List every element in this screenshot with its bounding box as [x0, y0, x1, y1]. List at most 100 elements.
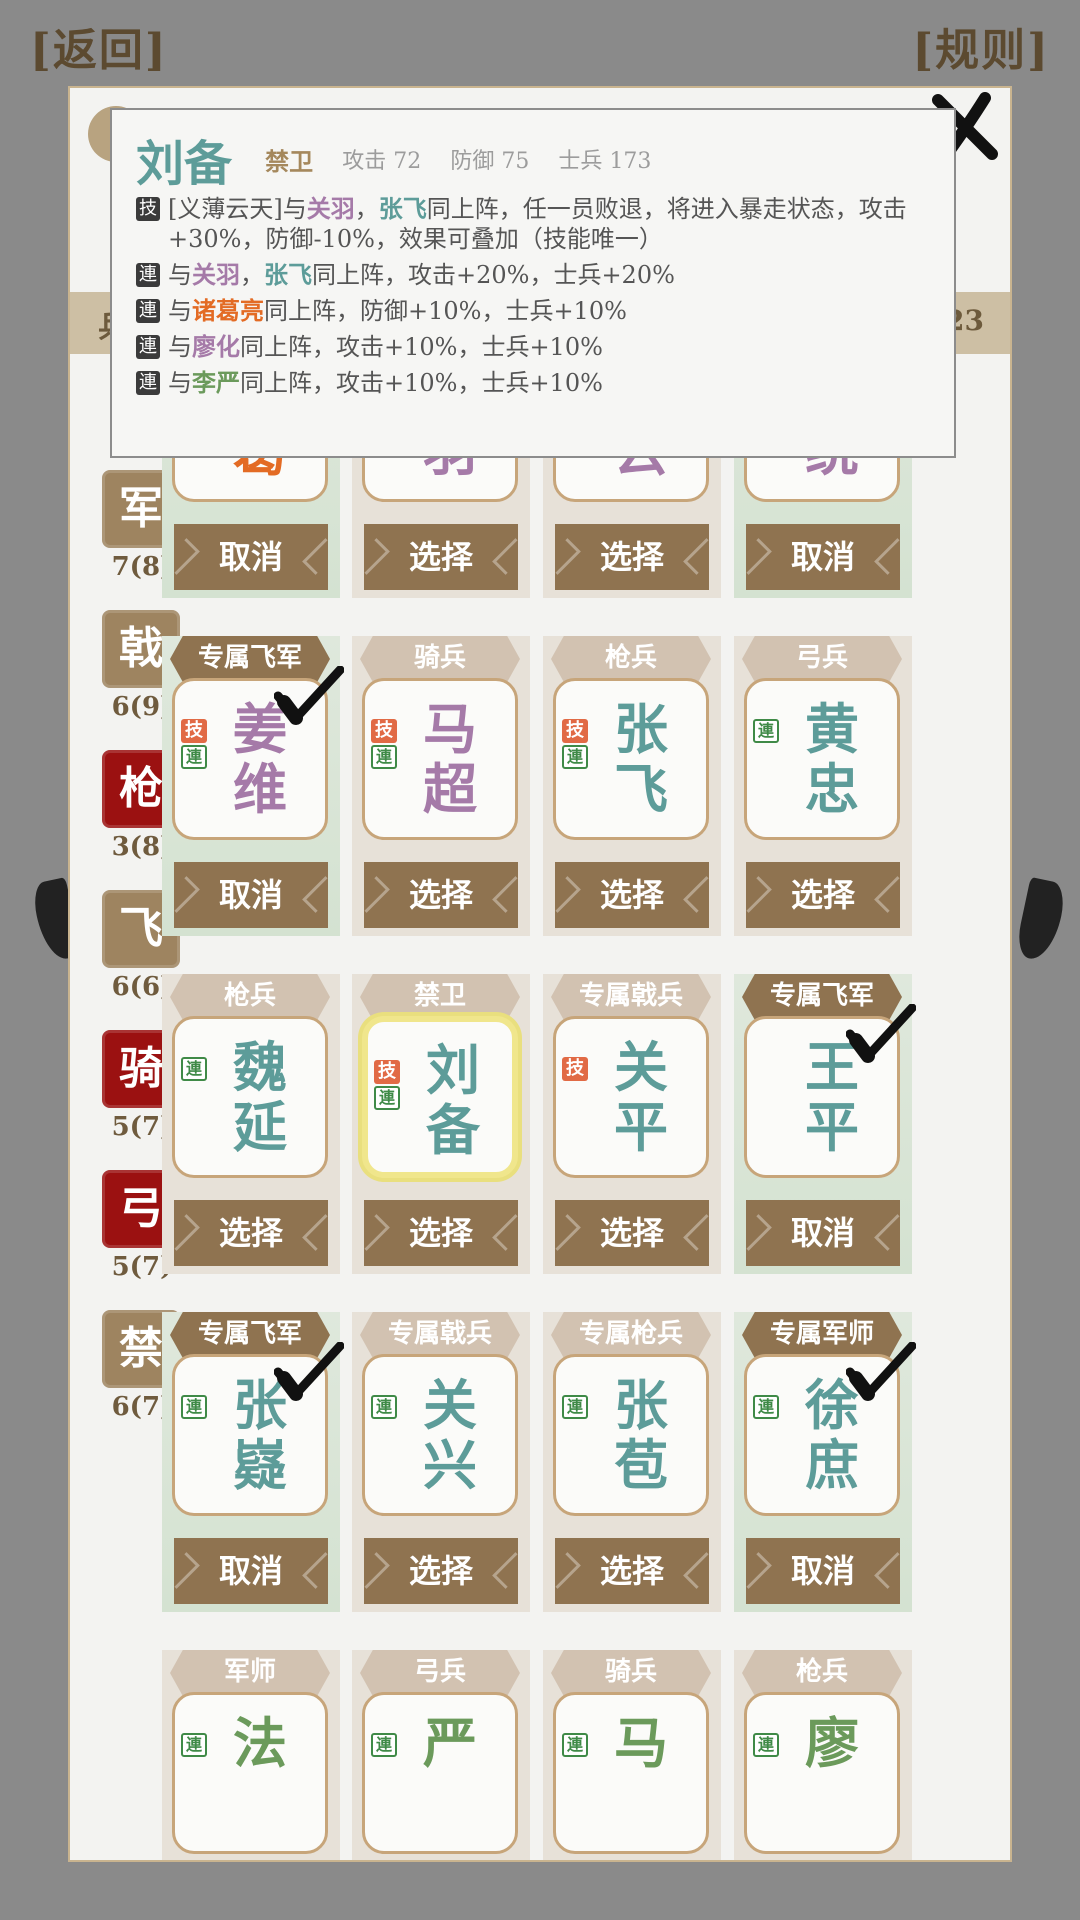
hero-badges: 連	[371, 1733, 399, 1759]
select-button[interactable]: 选择	[555, 1200, 709, 1266]
checkmark-icon	[273, 665, 345, 726]
hero-card[interactable]: 专属飞军王平取消	[734, 974, 917, 1274]
hero-type-tag: 枪兵	[170, 974, 330, 1020]
hero-type-tag: 弓兵	[360, 1650, 520, 1696]
skill-badge: 技	[181, 719, 207, 743]
hero-card[interactable]: 骑兵马超技連选择	[352, 636, 530, 936]
hero-type-tag: 专属戟兵	[551, 974, 711, 1020]
hero-badges: 連	[181, 1733, 209, 1759]
hero-card[interactable]: 枪兵魏延 連选择	[162, 974, 340, 1274]
hero-card[interactable]: 专属戟兵关平 技选择	[543, 974, 721, 1274]
hero-badges: 連	[371, 1395, 399, 1421]
cancel-button[interactable]: 取消	[174, 524, 328, 590]
cancel-button[interactable]: 取消	[174, 1538, 328, 1604]
link-icon: 連	[136, 263, 160, 287]
hero-card[interactable]: 枪兵张飞技連选择	[543, 636, 721, 936]
popup-skill-line: 連与廖化同上阵，攻击+10%，士兵+10%	[136, 332, 930, 362]
hero-portrait[interactable]: 张苞 連	[553, 1354, 709, 1516]
hero-portrait[interactable]: 关兴 連	[362, 1354, 518, 1516]
hero-badges: 連	[181, 1057, 209, 1083]
hero-card[interactable]: 弓兵黄忠 連选择	[734, 636, 912, 936]
hero-type-tag: 禁卫	[360, 974, 520, 1020]
hero-card[interactable]: 枪兵廖連	[734, 1650, 912, 1860]
select-button[interactable]: 选择	[364, 1538, 518, 1604]
hero-portrait[interactable]: 廖連	[744, 1692, 900, 1854]
hero-type-tag: 骑兵	[360, 636, 520, 682]
popup-skill-line: 技 [义薄云天]与关羽，张飞同上阵，任一员败退，将进入暴走状态，攻击+30%，防御…	[136, 194, 930, 254]
hero-card[interactable]: 军师法連	[162, 1650, 340, 1860]
ink-decoration-right	[1014, 876, 1068, 964]
hero-badges: 連	[181, 1395, 209, 1421]
hero-card[interactable]: 骑兵马連	[543, 1650, 721, 1860]
rules-button[interactable]: [规则]	[912, 14, 1050, 78]
hero-type-tag: 骑兵	[551, 1650, 711, 1696]
link-badge: 連	[562, 1733, 588, 1757]
hero-badges: 連	[562, 1733, 590, 1759]
cancel-button[interactable]: 取消	[746, 524, 900, 590]
select-button[interactable]: 选择	[746, 862, 900, 928]
hero-type-tag: 枪兵	[551, 636, 711, 682]
hero-name: 张苞	[614, 1373, 668, 1497]
popup-skill-line: 連与关羽，张飞同上阵，攻击+20%，士兵+20%	[136, 260, 930, 290]
hero-portrait[interactable]: 张飞技連	[553, 678, 709, 840]
hero-name: 严	[423, 1711, 477, 1775]
select-button[interactable]: 选择	[555, 862, 709, 928]
link-icon: 連	[136, 335, 160, 359]
checkmark-icon	[845, 1003, 917, 1064]
hero-name: 马超	[423, 697, 477, 821]
hero-name: 黄忠	[805, 697, 859, 821]
skill-badge: 技	[562, 719, 588, 743]
hero-card[interactable]: 弓兵严連	[352, 1650, 530, 1860]
popup-hero-type: 禁卫	[265, 146, 314, 176]
hero-portrait[interactable]: 严連	[362, 1692, 518, 1854]
cancel-button[interactable]: 取消	[174, 862, 328, 928]
hero-type-tag: 专属枪兵	[551, 1312, 711, 1358]
link-badge: 連	[753, 1395, 779, 1419]
hero-name: 廖	[805, 1711, 859, 1775]
hero-card[interactable]: 专属飞军姜维技連取消	[162, 636, 345, 936]
hero-card[interactable]: 专属枪兵张苞 連选择	[543, 1312, 721, 1612]
popup-defense: 防御 75	[450, 149, 530, 174]
hero-type-tag: 弓兵	[742, 636, 902, 682]
hero-name: 关平	[614, 1035, 668, 1159]
link-icon: 連	[136, 371, 160, 395]
hero-badges: 技連	[371, 719, 399, 771]
link-badge: 連	[371, 745, 397, 769]
hero-portrait[interactable]: 魏延 連	[172, 1016, 328, 1178]
hero-portrait[interactable]: 马超技連	[362, 678, 518, 840]
cancel-button[interactable]: 取消	[746, 1200, 900, 1266]
select-button[interactable]: 选择	[174, 1200, 328, 1266]
hero-card[interactable]: 专属军师徐庶連取消	[734, 1312, 917, 1612]
cancel-button[interactable]: 取消	[746, 1538, 900, 1604]
hero-type-tag: 军师	[170, 1650, 330, 1696]
hero-type-tag: 枪兵	[742, 1650, 902, 1696]
link-badge: 連	[562, 745, 588, 769]
hero-card[interactable]: 禁卫刘备技連选择	[352, 974, 530, 1274]
hero-portrait[interactable]: 关平 技	[553, 1016, 709, 1178]
link-badge: 連	[753, 719, 779, 743]
hero-portrait[interactable]: 法連	[172, 1692, 328, 1854]
hero-card[interactable]: 专属飞军张嶷連取消	[162, 1312, 345, 1612]
hero-badges: 技	[562, 1057, 590, 1083]
hero-badges: 連	[753, 1395, 781, 1421]
hero-portrait[interactable]: 刘备技連	[362, 1016, 518, 1178]
hero-type-tag: 专属戟兵	[360, 1312, 520, 1358]
popup-skill-line: 連与诸葛亮同上阵，防御+10%，士兵+10%	[136, 296, 930, 326]
hero-badges: 技連	[562, 719, 590, 771]
select-button[interactable]: 选择	[555, 524, 709, 590]
hero-portrait[interactable]: 马連	[553, 1692, 709, 1854]
select-button[interactable]: 选择	[555, 1538, 709, 1604]
hero-name: 法	[233, 1711, 287, 1775]
select-button[interactable]: 选择	[364, 524, 518, 590]
skill-badge: 技	[374, 1060, 400, 1084]
back-button[interactable]: [返回]	[30, 14, 168, 78]
link-icon: 連	[136, 299, 160, 323]
hero-card[interactable]: 专属戟兵关兴 連选择	[352, 1312, 530, 1612]
select-button[interactable]: 选择	[364, 862, 518, 928]
link-badge: 連	[181, 1395, 207, 1419]
select-button[interactable]: 选择	[364, 1200, 518, 1266]
popup-hero-name: 刘备	[136, 136, 233, 192]
hero-portrait[interactable]: 黄忠 連	[744, 678, 900, 840]
hero-name: 刘备	[426, 1038, 480, 1162]
link-badge: 連	[562, 1395, 588, 1419]
